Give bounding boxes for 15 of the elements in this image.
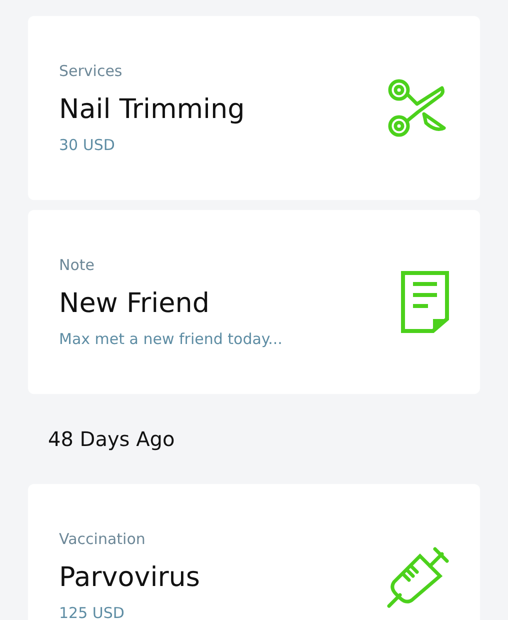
record-title: New Friend — [59, 288, 211, 319]
record-card[interactable]: Vaccination Parvovirus 125 USD — [28, 484, 480, 620]
document-icon — [400, 270, 450, 334]
category-label: Vaccination — [59, 530, 146, 548]
record-card[interactable]: Note New Friend Max met a new friend today... — [28, 210, 480, 394]
record-title: Parvovirus — [59, 562, 200, 593]
record-detail: 30 USD — [59, 136, 116, 154]
category-label: Services — [59, 62, 124, 80]
syringe-icon — [386, 544, 450, 608]
category-label: Note — [59, 256, 96, 274]
record-title: Nail Trimming — [59, 94, 245, 125]
date-heading: 48 Days Ago — [47, 426, 176, 453]
record-detail: Max met a new friend today... — [59, 330, 282, 348]
record-card[interactable]: Services Nail Trimming 30 USD — [28, 16, 480, 200]
record-detail: 125 USD — [59, 604, 126, 620]
